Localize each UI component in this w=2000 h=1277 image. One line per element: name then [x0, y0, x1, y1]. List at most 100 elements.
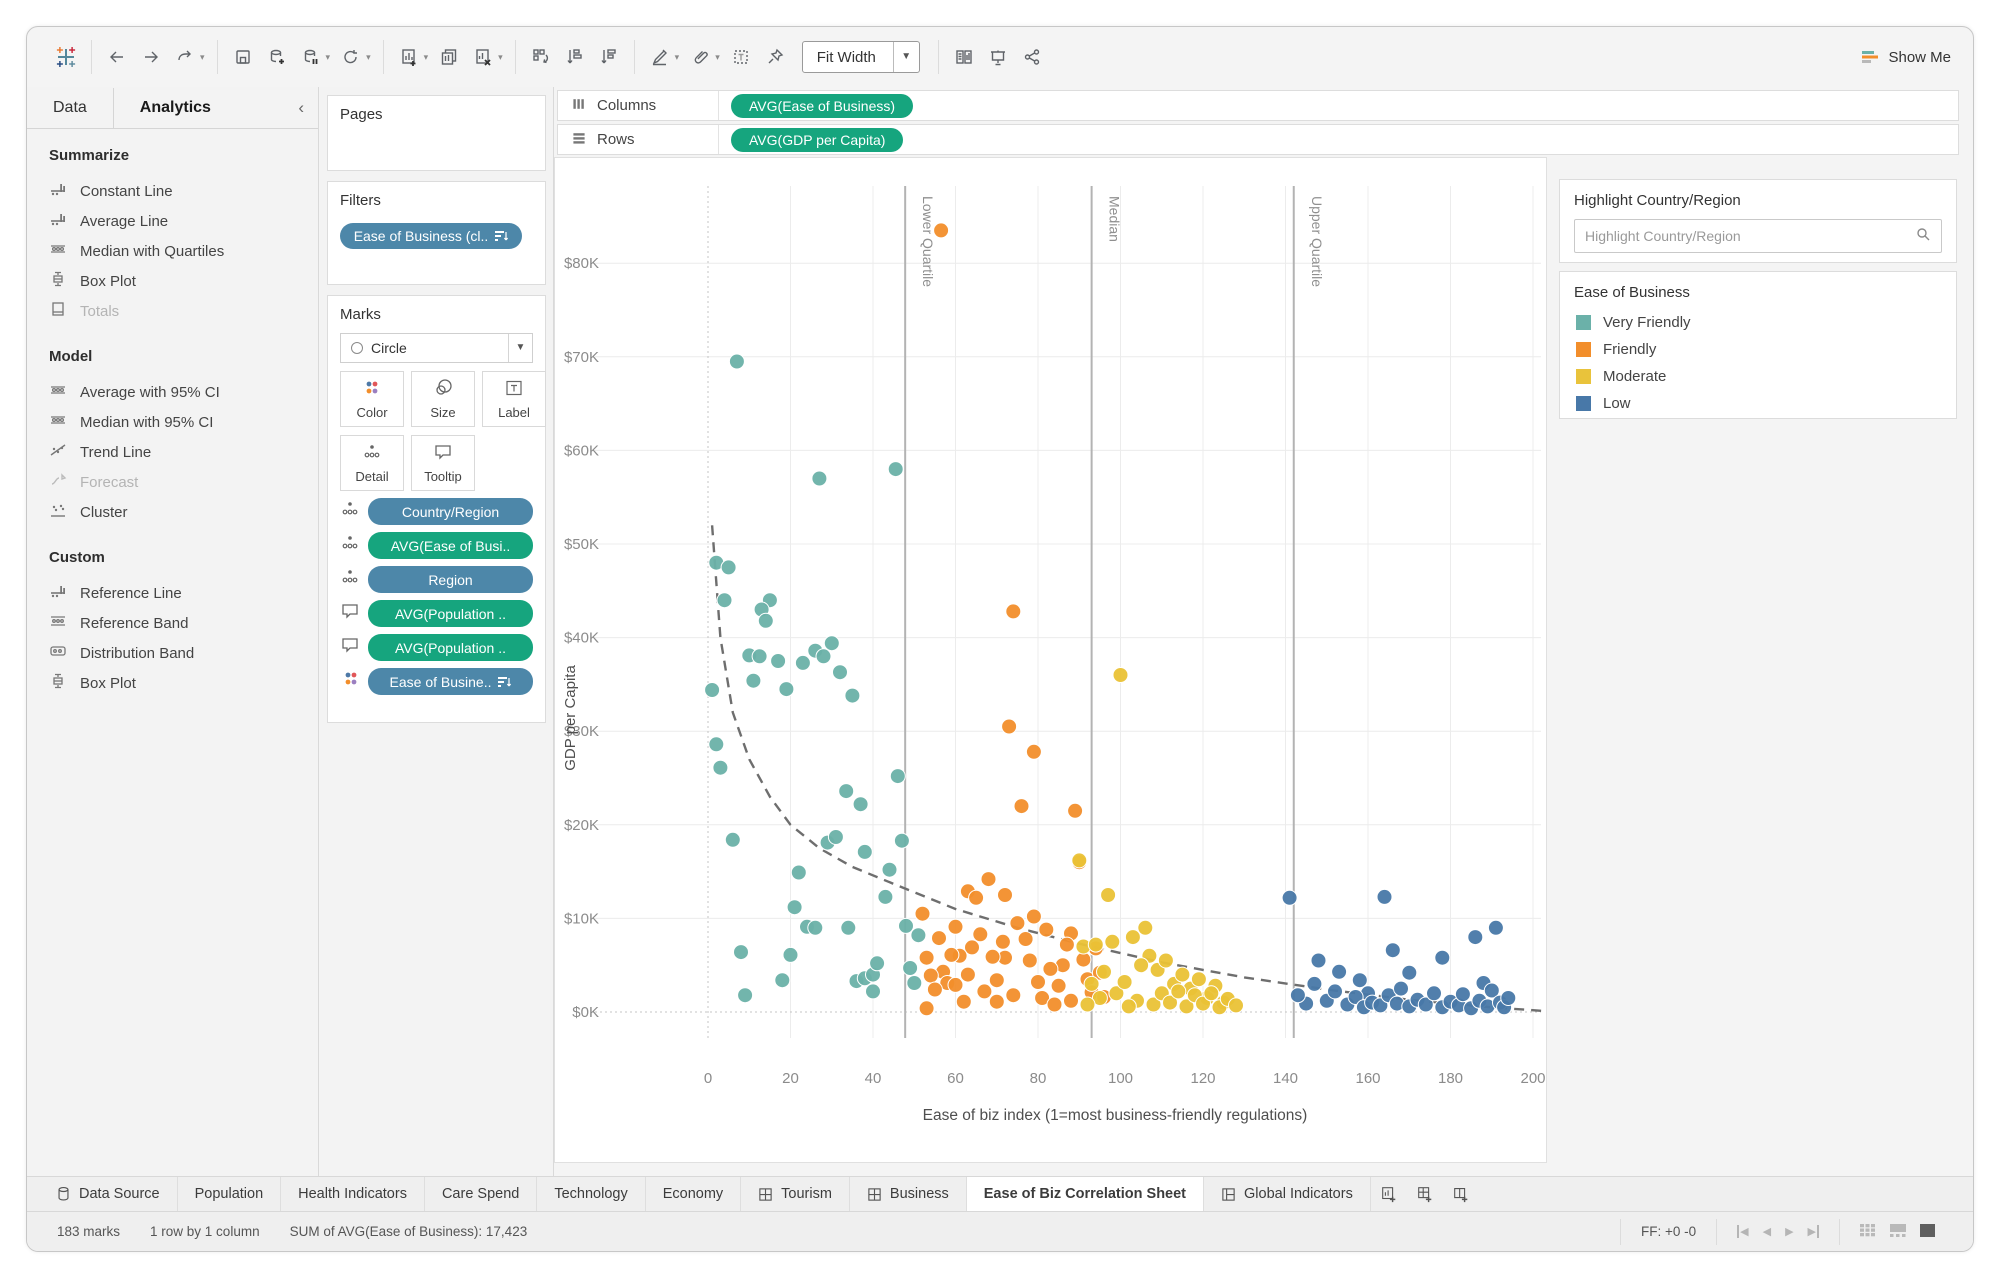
size-button[interactable]: Size	[411, 371, 475, 427]
mark-circle[interactable]	[1018, 932, 1033, 947]
new-dashboard-button[interactable]	[1407, 1177, 1443, 1211]
highlight-icon[interactable]	[643, 42, 677, 72]
mark-circle[interactable]	[1229, 998, 1244, 1013]
previous-page-icon[interactable]: ◀	[1763, 1225, 1771, 1238]
mark-circle[interactable]	[1117, 975, 1132, 990]
show-hide-cards-icon[interactable]	[947, 42, 981, 72]
mark-circle[interactable]	[734, 945, 749, 960]
mark-circle[interactable]	[721, 560, 736, 575]
sheet-tab-ease-of-biz-correlation-sheet[interactable]: Ease of Biz Correlation Sheet	[967, 1177, 1204, 1211]
mark-circle[interactable]	[1097, 964, 1112, 979]
tableau-logo-icon[interactable]	[49, 42, 83, 72]
mark-circle[interactable]	[919, 1001, 934, 1016]
legend-item[interactable]: Low	[1574, 390, 1942, 417]
mark-circle[interactable]	[1455, 987, 1470, 1002]
mark-circle[interactable]	[927, 982, 942, 997]
mark-circle[interactable]	[746, 673, 761, 688]
new-worksheet-icon[interactable]	[392, 42, 426, 72]
mark-circle[interactable]	[783, 947, 798, 962]
mark-circle[interactable]	[1290, 988, 1305, 1003]
mark-circle[interactable]	[1134, 958, 1149, 973]
mark-circle[interactable]	[956, 994, 971, 1009]
mark-circle[interactable]	[995, 934, 1010, 949]
mark-circle[interactable]	[1014, 799, 1029, 814]
mark-circle[interactable]	[1113, 668, 1128, 683]
mark-circle[interactable]	[989, 994, 1004, 1009]
mark-circle[interactable]	[1332, 964, 1347, 979]
mark-field-pill[interactable]: AVG(Population ..	[368, 634, 533, 661]
color-button[interactable]: Color	[340, 371, 404, 427]
sheet-tab-tourism[interactable]: Tourism	[741, 1177, 850, 1211]
mark-circle[interactable]	[725, 832, 740, 847]
mark-circle[interactable]	[775, 973, 790, 988]
duplicate-sheet-icon[interactable]	[432, 42, 466, 72]
mark-circle[interactable]	[1328, 984, 1343, 999]
mark-circle[interactable]	[705, 683, 720, 698]
mark-field-pill[interactable]: Region	[368, 566, 533, 593]
back-icon[interactable]	[100, 42, 134, 72]
analytics-item[interactable]: Median with Quartiles	[49, 236, 318, 266]
mark-circle[interactable]	[1138, 920, 1153, 935]
mark-circle[interactable]	[899, 918, 914, 933]
chevron-down-icon[interactable]: ▾	[424, 52, 429, 63]
mark-circle[interactable]	[857, 844, 872, 859]
new-story-button[interactable]	[1443, 1177, 1479, 1211]
sort-ascending-icon[interactable]	[558, 42, 592, 72]
mark-circle[interactable]	[779, 682, 794, 697]
scatter-plot-canvas[interactable]: Lower QuartileMedianUpper Quartile$0K$10…	[555, 158, 1546, 1162]
mark-circle[interactable]	[1080, 997, 1095, 1012]
mark-circle[interactable]	[977, 984, 992, 999]
mark-circle[interactable]	[981, 872, 996, 887]
mark-circle[interactable]	[833, 665, 848, 680]
mark-circle[interactable]	[888, 462, 903, 477]
mark-circle[interactable]	[1352, 973, 1367, 988]
mark-circle[interactable]	[758, 613, 773, 628]
mark-circle[interactable]	[944, 947, 959, 962]
mark-circle[interactable]	[1006, 604, 1021, 619]
mark-circle[interactable]	[894, 833, 909, 848]
columns-field-pill[interactable]: AVG(Ease of Business)	[731, 94, 913, 118]
legend-item[interactable]: Friendly	[1574, 336, 1942, 363]
new-data-source-icon[interactable]	[260, 42, 294, 72]
pin-icon[interactable]	[758, 42, 792, 72]
mark-circle[interactable]	[934, 223, 949, 238]
mark-field-pill[interactable]: Country/Region	[368, 498, 533, 525]
mark-circle[interactable]	[973, 927, 988, 942]
analytics-item[interactable]: Box Plot	[49, 668, 318, 698]
mark-circle[interactable]	[1084, 976, 1099, 991]
mark-circle[interactable]	[932, 931, 947, 946]
mark-circle[interactable]	[1311, 953, 1326, 968]
mark-circle[interactable]	[1468, 930, 1483, 945]
mark-circle[interactable]	[1171, 984, 1186, 999]
mark-field-pill[interactable]: AVG(Population ..	[368, 600, 533, 627]
sheet-tab-business[interactable]: Business	[850, 1177, 967, 1211]
tooltip-button[interactable]: Tooltip	[411, 435, 475, 491]
mark-circle[interactable]	[824, 636, 839, 651]
sheet-tab-population[interactable]: Population	[178, 1177, 282, 1211]
analytics-item[interactable]: Average Line	[49, 206, 318, 236]
mark-type-dropdown[interactable]: Circle ▼	[340, 333, 533, 363]
mark-circle[interactable]	[1059, 937, 1074, 952]
mark-circle[interactable]	[948, 919, 963, 934]
analytics-item[interactable]: Trend Line	[49, 437, 318, 467]
presentation-mode-icon[interactable]	[981, 42, 1015, 72]
mark-circle[interactable]	[1488, 920, 1503, 935]
label-button[interactable]: Label	[482, 371, 546, 427]
analytics-item[interactable]: Constant Line	[49, 176, 318, 206]
mark-circle[interactable]	[1402, 965, 1417, 980]
analytics-item[interactable]: Average with 95% CI	[49, 377, 318, 407]
text-label-icon[interactable]	[724, 42, 758, 72]
mark-circle[interactable]	[1072, 853, 1087, 868]
mark-circle[interactable]	[998, 888, 1013, 903]
mark-circle[interactable]	[1105, 934, 1120, 949]
view-mode-full-icon[interactable]	[1920, 1224, 1935, 1240]
mark-circle[interactable]	[841, 920, 856, 935]
pause-auto-updates-icon[interactable]	[294, 42, 328, 72]
mark-circle[interactable]	[882, 862, 897, 877]
mark-circle[interactable]	[845, 688, 860, 703]
mark-circle[interactable]	[1026, 744, 1041, 759]
mark-circle[interactable]	[1043, 961, 1058, 976]
tab-analytics[interactable]: Analytics	[114, 88, 237, 128]
save-icon[interactable]	[226, 42, 260, 72]
mark-circle[interactable]	[1064, 993, 1079, 1008]
